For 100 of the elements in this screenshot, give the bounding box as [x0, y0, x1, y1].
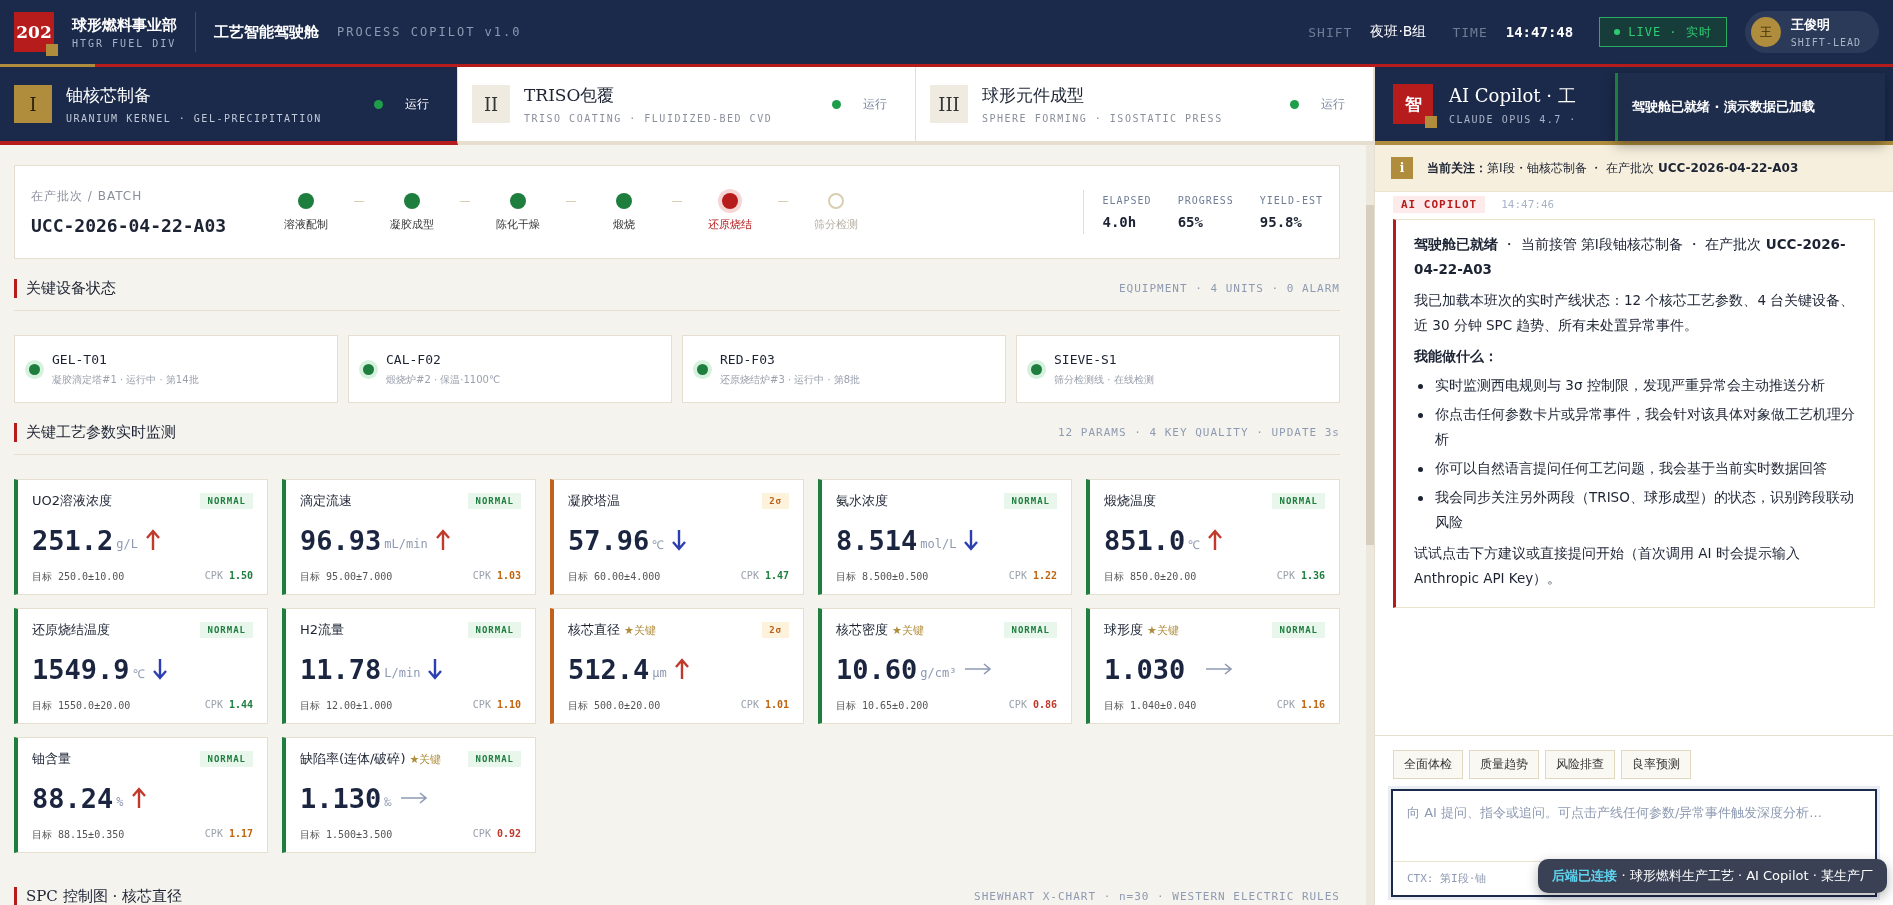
equipment-name: RED-F03	[720, 351, 776, 367]
message-text: 驾驶舱已就绪 ・ 当前接管 第I段铀核芯制备 ・ 在产批次 UCC-2026-04-22-A03	[1414, 236, 1846, 277]
message-time: 14:47:46	[1501, 198, 1555, 211]
stage-tab[interactable]: I 铀核芯制备 URANIUM KERNEL · GEL-PRECIPITATION 运行	[0, 67, 458, 145]
status-badge: NORMAL	[1272, 493, 1325, 509]
user-pill[interactable]: 王 王俊明 SHIFT-LEAD	[1744, 11, 1879, 53]
parameter-unit: %	[116, 795, 124, 809]
parameter-unit: ℃	[1188, 536, 1201, 553]
stat-value: 65%	[1177, 213, 1204, 230]
parameter-card[interactable]: 氨水浓度 NORMAL 8.514 mol/L 目标 8.500±0.500 CPK 1.22	[818, 479, 1072, 595]
suggestion-button[interactable]: 良率预测	[1621, 750, 1691, 779]
copilot-title: AI Copilot · 工	[1449, 83, 1577, 108]
target-range: 目标 250.0±10.00	[32, 570, 125, 584]
equipment-card[interactable]: SIEVE-S1 筛分检测线 · 在线检测	[1016, 335, 1340, 403]
target-range: 目标 1.500±3.500	[300, 828, 393, 842]
parameter-name: 缺陷率(连体/破碎)	[300, 750, 406, 768]
parameter-unit: mol/L	[920, 537, 957, 551]
right-arrow-icon	[399, 792, 428, 804]
bullet-icon	[1418, 495, 1423, 501]
scrollbar-thumb[interactable]	[1366, 205, 1374, 545]
up-arrow-icon	[145, 529, 160, 551]
user-avatar: 王	[1750, 17, 1781, 47]
stage-tab[interactable]: II TRISO包覆 TRISO COATING · FLUIDIZED-BED CVD 运行	[458, 67, 916, 145]
parameter-card[interactable]: 核芯直径 ★关键 2σ 512.4 μm 目标 500.0±20.00 CPK 1.01	[550, 608, 804, 724]
cpk-label: CPK	[1008, 570, 1027, 581]
target-range: 目标 8.500±0.500	[836, 570, 929, 584]
parameter-value: 96.93	[300, 524, 382, 556]
parameter-value: 1549.9	[32, 653, 130, 685]
status-badge: NORMAL	[1004, 493, 1057, 509]
cpk-label: CPK	[204, 828, 223, 839]
parameter-card[interactable]: 缺陷率(连体/破碎) ★关键 NORMAL 1.130‰ 目标 1.500±3.500 CPK 0.92	[282, 737, 536, 853]
status-badge: 2σ	[762, 493, 789, 509]
stage-status: 运行	[863, 95, 887, 113]
right-arrow-icon	[1205, 663, 1234, 675]
cpk-value: 0.86	[1032, 699, 1057, 710]
target-range: 目标 12.00±1.000	[300, 699, 393, 713]
bullet-icon	[1418, 383, 1423, 389]
stage-subtitle: URANIUM KERNEL · GEL-PRECIPITATION	[66, 113, 322, 124]
stage-status: 运行	[1321, 95, 1345, 113]
parameter-value: 88.24	[32, 782, 114, 814]
parameter-unit: μm	[652, 666, 667, 680]
parameter-card[interactable]: 球形度 ★关键 NORMAL 1.030 目标 1.040±0.040 CPK 1.16	[1086, 608, 1340, 724]
stat-label: PROGRESS	[1177, 194, 1234, 206]
parameter-card[interactable]: UO2溶液浓度 NORMAL 251.2 g/L 目标 250.0±10.00 CPK 1.50	[14, 479, 268, 595]
batch-id: UCC-2026-04-22-A03	[31, 215, 227, 236]
parameter-card[interactable]: 煅烧温度 NORMAL 851.0℃ 目标 850.0±20.00 CPK 1.36	[1086, 479, 1340, 595]
cpk-label: CPK	[1276, 570, 1295, 581]
equipment-card[interactable]: RED-F03 还原烧结炉#3 · 运行中 · 第8批	[682, 335, 1006, 403]
cpk-label: CPK	[740, 570, 759, 581]
stage-tab[interactable]: III 球形元件成型 SPHERE FORMING · ISOSTATIC PRESS 运行	[916, 67, 1374, 145]
stat-label: ELAPSED	[1102, 194, 1152, 206]
status-badge: NORMAL	[200, 751, 253, 767]
equipment-card[interactable]: CAL-F02 煅烧炉#2 · 保温·1100℃	[348, 335, 672, 403]
suggestion-button[interactable]: 风险排查	[1545, 750, 1615, 779]
equipment-name: GEL-T01	[52, 351, 108, 367]
status-badge: NORMAL	[200, 493, 253, 509]
message-text: 试试点击下方建议或直接提问开始（首次调用 AI 时会提示输入 Anthropic API Key）。	[1414, 543, 1801, 588]
down-arrow-icon	[428, 658, 443, 680]
up-arrow-icon	[435, 529, 450, 551]
parameter-unit: g/L	[116, 537, 138, 551]
cpk-value: 1.44	[228, 699, 253, 710]
stat-label: YIELD-EST	[1259, 194, 1323, 206]
cpk-label: CPK	[1008, 699, 1027, 710]
status-badge: NORMAL	[1004, 622, 1057, 638]
section-title: 关键设备状态	[14, 279, 116, 298]
parameter-name: 铀含量	[32, 750, 71, 768]
parameter-name: H2流量	[300, 621, 345, 639]
stage-numeral: II	[472, 85, 510, 123]
equipment-detail: 筛分检测线 · 在线检测	[1054, 372, 1154, 387]
app-subtitle: PROCESS COPILOT v1.0	[337, 25, 522, 39]
right-arrow-icon	[964, 663, 993, 675]
cpk-value: 1.22	[1032, 570, 1057, 581]
parameter-value: 851.0	[1104, 524, 1186, 556]
user-name: 王俊明	[1790, 16, 1831, 34]
cpk-label: CPK	[472, 699, 491, 710]
parameter-card[interactable]: 核芯密度 ★关键 NORMAL 10.60 g/cm³ 目标 10.65±0.200 CPK 0.86	[818, 608, 1072, 724]
parameter-unit: L/min	[384, 666, 421, 680]
suggestion-button[interactable]: 全面体检	[1393, 750, 1463, 779]
stage-subtitle: SPHERE FORMING · ISOSTATIC PRESS	[982, 113, 1223, 124]
bullet-icon	[1418, 412, 1423, 418]
parameter-card[interactable]: 滴定流速 NORMAL 96.93 mL/min 目标 95.00±7.000 CPK 1.03	[282, 479, 536, 595]
equipment-card[interactable]: GEL-T01 凝胶滴定塔#1 · 运行中 · 第14批	[14, 335, 338, 403]
stage-subtitle: TRISO COATING · FLUIDIZED-BED CVD	[524, 113, 773, 124]
section-meta: EQUIPMENT · 4 UNITS · 0 ALARM	[1118, 282, 1340, 295]
step-label: 煅烧	[613, 216, 636, 232]
equipment-detail: 煅烧炉#2 · 保温·1100℃	[386, 372, 501, 387]
parameter-card[interactable]: 还原烧结温度 NORMAL 1549.9℃ 目标 1550.0±20.00 CPK 1.44	[14, 608, 268, 724]
info-icon: i	[1391, 157, 1413, 179]
suggestion-button[interactable]: 质量趋势	[1469, 750, 1539, 779]
focus-text: 当前关注：第I段・铀核芯制备 ・ 在产批次 UCC-2026-04-22-A03	[1427, 159, 1799, 177]
time-label: TIME	[1452, 24, 1488, 40]
section-meta: 12 PARAMS · 4 KEY QUALITY · UPDATE 3s	[1057, 426, 1340, 439]
cpk-value: 1.47	[764, 570, 789, 581]
step-label: 筛分检测	[814, 216, 859, 232]
parameter-card[interactable]: H2流量 NORMAL 11.78 L/min 目标 12.00±1.000 CPK 1.10	[282, 608, 536, 724]
parameter-card[interactable]: 凝胶塔温 2σ 57.96℃ 目标 60.00±4.000 CPK 1.47	[550, 479, 804, 595]
parameter-card[interactable]: 铀含量 NORMAL 88.24% 目标 88.15±0.350 CPK 1.17	[14, 737, 268, 853]
cpk-value: 1.03	[496, 570, 521, 581]
key-tag: ★关键	[892, 622, 924, 638]
parameter-value: 1.130	[300, 782, 382, 814]
